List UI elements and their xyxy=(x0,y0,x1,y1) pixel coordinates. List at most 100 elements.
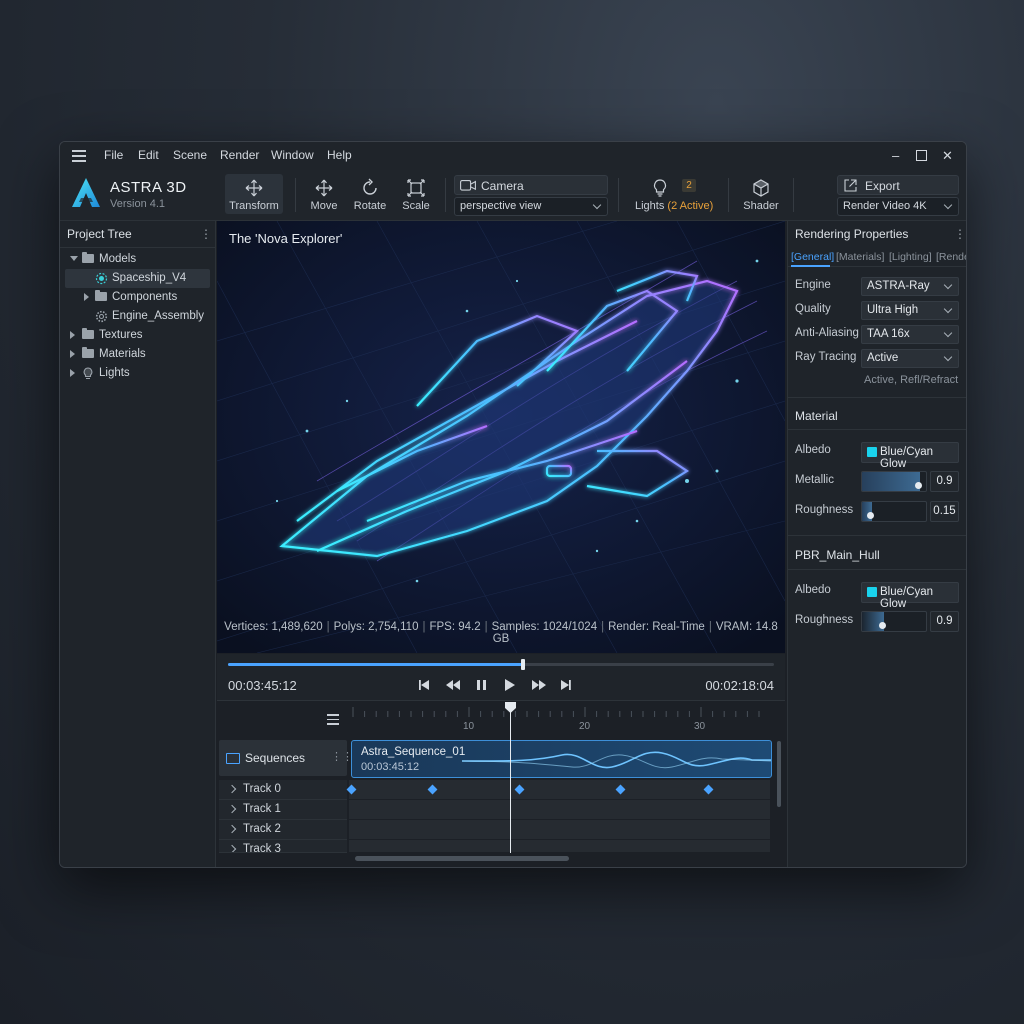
tree-item-engine-assembly[interactable]: Engine_Assembly xyxy=(65,307,210,326)
export-dropdown[interactable]: Render Video 4K xyxy=(837,197,959,216)
tree-item-spaceship[interactable]: Spaceship_V4 xyxy=(65,269,210,288)
pbr-roughness-value[interactable]: 0.9 xyxy=(930,611,959,632)
ray-tracing-dropdown[interactable]: Active xyxy=(861,349,959,368)
keyframe[interactable] xyxy=(514,784,525,795)
keyframe[interactable] xyxy=(615,784,626,795)
hamburger-menu-icon[interactable] xyxy=(72,150,86,162)
track-lane-0[interactable] xyxy=(346,780,770,800)
track-lane-3[interactable] xyxy=(349,840,770,853)
playhead-line[interactable] xyxy=(510,703,511,853)
fast-forward-icon[interactable] xyxy=(532,680,546,690)
scale-icon xyxy=(407,179,425,197)
rotate-tool[interactable]: Rotate xyxy=(348,174,392,214)
scrub-handle[interactable] xyxy=(520,659,525,670)
scale-label: Scale xyxy=(402,200,430,212)
roughness-slider[interactable] xyxy=(861,501,927,522)
playhead-marker-icon[interactable] xyxy=(504,701,517,714)
skip-to-end-icon[interactable] xyxy=(561,680,571,690)
timeline-header xyxy=(217,701,349,731)
menu-help[interactable]: Help xyxy=(327,148,352,162)
transform-tool[interactable]: Transform xyxy=(225,174,283,214)
tree-item-materials[interactable]: Materials xyxy=(65,345,210,364)
stat-render: Render: Real-Time xyxy=(608,621,705,633)
keyframe[interactable] xyxy=(703,784,714,795)
menu-render[interactable]: Render xyxy=(220,148,259,162)
menu-window[interactable]: Window xyxy=(271,148,314,162)
lightbulb-icon xyxy=(83,367,93,380)
tab-materials[interactable]: [Materials] xyxy=(836,251,884,263)
expand-arrow-icon[interactable] xyxy=(70,256,78,261)
move-tool[interactable]: Move xyxy=(304,174,344,214)
sequence-clip[interactable]: Astra_Sequence_01 00:03:45:12 xyxy=(351,740,772,778)
transport-buttons xyxy=(419,679,571,691)
tab-lighting[interactable]: [Lighting] xyxy=(889,251,932,263)
minimize-icon[interactable]: – xyxy=(892,148,899,163)
track-lane-2[interactable] xyxy=(349,820,770,840)
scrub-bar[interactable] xyxy=(228,659,774,670)
rendering-properties-title: Rendering Properties xyxy=(795,227,909,241)
horizontal-scrollbar[interactable] xyxy=(355,856,569,861)
tree-item-models[interactable]: Models xyxy=(65,250,210,269)
slider-knob[interactable] xyxy=(866,512,874,519)
menu-scene[interactable]: Scene xyxy=(173,148,207,162)
pbr-roughness-slider[interactable] xyxy=(861,611,927,632)
skip-to-start-icon[interactable] xyxy=(419,680,429,690)
rewind-icon[interactable] xyxy=(446,680,460,690)
track-row-2[interactable]: Track 2 xyxy=(219,820,347,840)
anti-aliasing-dropdown[interactable]: TAA 16x xyxy=(861,325,959,344)
roughness-value[interactable]: 0.15 xyxy=(930,501,959,522)
expand-arrow-icon[interactable] xyxy=(70,331,75,339)
pause-icon[interactable] xyxy=(477,680,486,690)
play-icon[interactable] xyxy=(505,679,515,691)
slider-knob[interactable] xyxy=(914,482,922,489)
expand-arrow-icon[interactable] xyxy=(84,293,89,301)
tree-item-textures[interactable]: Textures xyxy=(65,326,210,345)
track-row-1[interactable]: Track 1 xyxy=(219,800,347,820)
3d-viewport[interactable]: The 'Nova Explorer' Vertices: 1,489,620 |… xyxy=(217,221,785,653)
lights-tool[interactable]: 2 Lights (2 Active) xyxy=(630,174,720,214)
kebab-menu-icon[interactable]: ⋮ xyxy=(954,227,966,241)
kebab-menu-icon[interactable]: ⋮ xyxy=(200,227,212,241)
keyframe[interactable] xyxy=(346,784,357,795)
menu-edit[interactable]: Edit xyxy=(138,148,159,162)
audio-waveform xyxy=(462,751,771,769)
tree-item-components[interactable]: Components xyxy=(65,288,210,307)
sequences-header[interactable]: Sequences ⋮⋮ xyxy=(219,740,353,776)
expand-arrow-icon[interactable] xyxy=(227,784,237,794)
tab-render[interactable]: [Rende xyxy=(936,251,966,263)
sequence-icon xyxy=(226,753,240,764)
tree-item-label: Lights xyxy=(99,367,130,379)
expand-arrow-icon[interactable] xyxy=(227,824,237,834)
tree-item-lights[interactable]: Lights xyxy=(65,364,210,383)
quality-dropdown[interactable]: Ultra High xyxy=(861,301,959,320)
timeline-menu-icon[interactable] xyxy=(327,714,339,725)
anti-aliasing-label: Anti-Aliasing xyxy=(795,327,859,339)
vertical-scrollbar[interactable] xyxy=(777,741,781,807)
track-row-3[interactable]: Track 3 xyxy=(219,840,347,853)
metallic-slider[interactable] xyxy=(861,471,927,492)
drag-handle-icon[interactable]: ⋮⋮ xyxy=(331,750,353,763)
shader-tool[interactable]: Shader xyxy=(738,174,784,214)
camera-dropdown[interactable]: perspective view xyxy=(454,197,608,216)
export-button[interactable]: Export xyxy=(837,175,959,195)
slider-knob[interactable] xyxy=(879,622,887,629)
menu-file[interactable]: File xyxy=(104,148,123,162)
camera-value: perspective view xyxy=(460,200,542,212)
expand-arrow-icon[interactable] xyxy=(227,844,237,852)
scale-tool[interactable]: Scale xyxy=(396,174,436,214)
metallic-value[interactable]: 0.9 xyxy=(930,471,959,492)
expand-arrow-icon[interactable] xyxy=(70,369,75,377)
pbr-albedo-color-picker[interactable]: Blue/Cyan Glow xyxy=(861,582,959,610)
tab-general[interactable]: [General] xyxy=(791,251,834,263)
track-row-0[interactable]: Track 0 xyxy=(219,780,347,800)
expand-arrow-icon[interactable] xyxy=(227,804,237,814)
stat-vertices: Vertices: 1,489,620 xyxy=(224,621,323,633)
close-icon[interactable]: ✕ xyxy=(942,148,953,164)
keyframe[interactable] xyxy=(427,784,438,795)
timeline-ruler[interactable] xyxy=(349,701,770,731)
track-lane-1[interactable] xyxy=(349,800,770,820)
maximize-icon[interactable] xyxy=(916,150,927,161)
expand-arrow-icon[interactable] xyxy=(70,350,75,358)
albedo-color-picker[interactable]: Blue/Cyan Glow xyxy=(861,442,959,470)
engine-dropdown[interactable]: ASTRA-Ray xyxy=(861,277,959,296)
